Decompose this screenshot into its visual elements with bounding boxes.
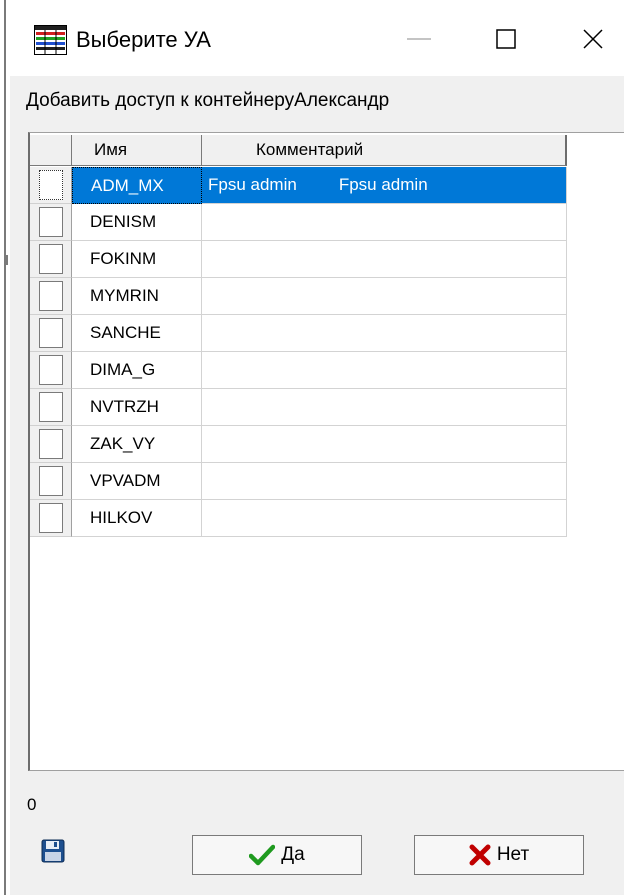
row-checkbox-cell[interactable] <box>30 389 72 426</box>
row-checkbox[interactable] <box>38 466 63 496</box>
close-icon <box>583 29 603 49</box>
check-mark-icon <box>249 844 276 866</box>
x-mark-icon <box>469 844 491 866</box>
no-button[interactable]: Нет <box>414 835 584 875</box>
row-name[interactable]: DENISM <box>72 204 202 241</box>
title-bar[interactable]: Выберите УА <box>10 0 624 76</box>
row-checkbox[interactable] <box>38 244 63 274</box>
row-name[interactable]: FOKINM <box>72 241 202 278</box>
maximize-button[interactable] <box>483 18 529 60</box>
selected-count: 0 <box>27 795 37 814</box>
table-row[interactable]: HILKOV <box>30 500 567 537</box>
row-checkbox[interactable] <box>38 392 63 422</box>
row-checkbox[interactable] <box>38 429 63 459</box>
no-button-label: Нет <box>496 844 530 865</box>
row-name[interactable]: DIMA_G <box>72 352 202 389</box>
background-window-edge <box>0 0 9 895</box>
table-row[interactable]: ZAK_VY <box>30 426 567 463</box>
column-header-comment[interactable]: Комментарий <box>202 135 567 166</box>
table-row[interactable]: MYMRIN <box>30 278 567 315</box>
row-name[interactable]: HILKOV <box>72 500 202 537</box>
floppy-disk-icon <box>41 839 65 863</box>
row-checkbox-cell[interactable] <box>30 278 72 315</box>
table-row[interactable]: FOKINM <box>30 241 567 278</box>
grid-body: ADM_MX Fpsu admin Fpsu admin DENISM FOKINM MY… <box>30 167 567 537</box>
row-checkbox-cell[interactable] <box>30 463 72 500</box>
window-title: Выберите УА <box>76 27 211 52</box>
row-checkbox-cell[interactable] <box>30 352 72 389</box>
row-comment-secondary: Fpsu admin <box>338 175 428 194</box>
row-name[interactable]: SANCHE <box>72 315 202 352</box>
table-row[interactable]: DENISM <box>30 204 567 241</box>
row-comment[interactable] <box>202 426 567 463</box>
table-row[interactable]: DIMA_G <box>30 352 567 389</box>
row-checkbox[interactable] <box>38 207 63 237</box>
row-checkbox-cell[interactable] <box>30 241 72 278</box>
save-button[interactable] <box>34 834 72 868</box>
dialog-caption: Добавить доступ к контейнеруАлександр <box>26 90 390 111</box>
row-checkbox-cell[interactable] <box>30 426 72 463</box>
row-comment[interactable]: Fpsu admin Fpsu admin <box>202 167 567 204</box>
row-name[interactable]: ZAK_VY <box>72 426 202 463</box>
row-checkbox-cell[interactable] <box>30 204 72 241</box>
row-checkbox-cell[interactable] <box>30 167 72 204</box>
yes-button-label: Да <box>281 844 305 865</box>
row-checkbox[interactable] <box>38 503 63 533</box>
background-window-tick <box>6 255 8 265</box>
user-grid[interactable]: Имя Комментарий ADM_MX Fpsu admin Fpsu adm… <box>28 132 624 771</box>
row-comment[interactable] <box>202 241 567 278</box>
close-button[interactable] <box>570 18 616 60</box>
row-comment[interactable] <box>202 278 567 315</box>
row-comment[interactable] <box>202 315 567 352</box>
table-grid-icon <box>34 25 67 55</box>
row-checkbox[interactable] <box>38 355 63 385</box>
yes-button[interactable]: Да <box>192 835 362 875</box>
row-name[interactable]: MYMRIN <box>72 278 202 315</box>
row-checkbox-cell[interactable] <box>30 500 72 537</box>
table-row[interactable]: SANCHE <box>30 315 567 352</box>
background-window-border <box>4 0 6 895</box>
table-row[interactable]: ADM_MX Fpsu admin Fpsu admin <box>30 167 567 204</box>
row-comment[interactable] <box>202 389 567 426</box>
row-name[interactable]: ADM_MX <box>72 167 202 204</box>
row-checkbox[interactable] <box>38 318 63 348</box>
table-row[interactable]: NVTRZH <box>30 389 567 426</box>
row-checkbox[interactable] <box>38 281 63 311</box>
table-row[interactable]: VPVADM <box>30 463 567 500</box>
row-comment[interactable] <box>202 352 567 389</box>
minimize-button[interactable] <box>396 18 442 60</box>
row-name[interactable]: NVTRZH <box>72 389 202 426</box>
dialog-body: Добавить доступ к контейнеруАлександр Им… <box>10 76 624 895</box>
row-comment[interactable] <box>202 500 567 537</box>
maximize-icon <box>496 29 516 49</box>
minimize-icon <box>407 38 431 40</box>
row-checkbox-cell[interactable] <box>30 315 72 352</box>
column-header-check[interactable] <box>30 135 72 166</box>
row-comment-primary: Fpsu admin <box>208 175 297 194</box>
row-checkbox[interactable] <box>38 170 63 200</box>
column-header-name[interactable]: Имя <box>72 135 202 166</box>
grid-header: Имя Комментарий <box>30 135 567 166</box>
row-name[interactable]: VPVADM <box>72 463 202 500</box>
row-comment[interactable] <box>202 463 567 500</box>
row-comment[interactable] <box>202 204 567 241</box>
